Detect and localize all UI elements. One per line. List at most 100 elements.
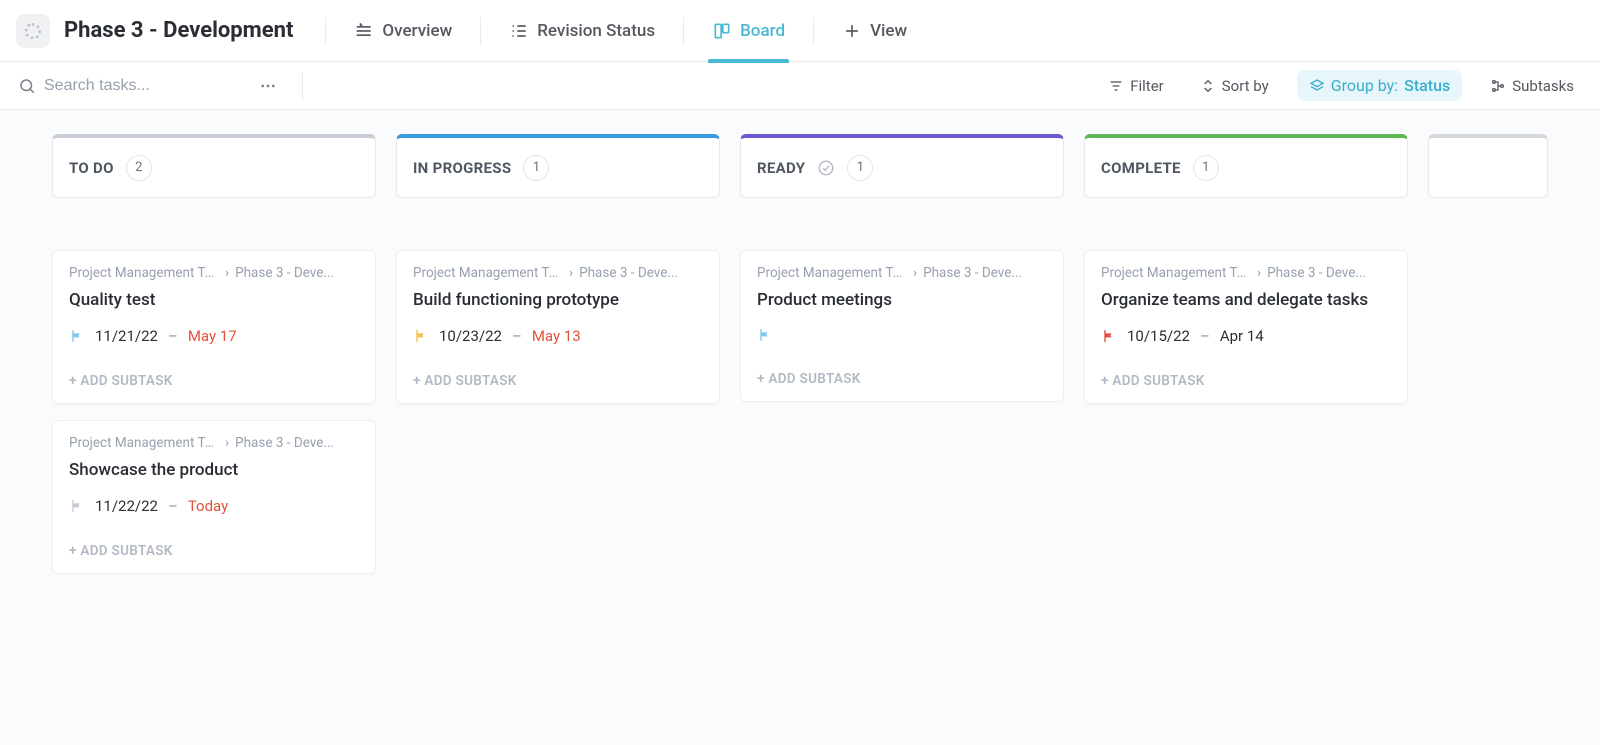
tab-overview[interactable]: Overview [340,0,466,62]
chevron-right-icon: › [569,265,573,281]
add-subtask-button[interactable]: ADD SUBTASK [69,543,359,559]
ellipsis-icon [259,77,277,95]
card-meta [757,327,1047,343]
subtasks-button[interactable]: Subtasks [1482,71,1582,101]
card-meta: 11/21/22 – May 17 [69,327,359,345]
divider [325,17,326,45]
check-circle-icon [817,159,835,177]
task-card[interactable]: Project Management Tem... › Phase 3 - De… [1084,250,1408,404]
tab-board-label: Board [740,21,785,41]
tab-overview-label: Overview [382,21,452,41]
column-count: 1 [847,155,873,181]
breadcrumb-child[interactable]: Phase 3 - Deve... [235,435,334,451]
task-card[interactable]: Project Management Tem... › Phase 3 - De… [52,420,376,574]
column-name: IN PROGRESS [413,159,511,177]
breadcrumb-child[interactable]: Phase 3 - Deve... [579,265,678,281]
chevron-right-icon: › [1257,265,1261,281]
task-card[interactable]: Project Management Tem... › Phase 3 - De… [740,250,1064,402]
column-cards: Project Management Tem... › Phase 3 - De… [52,250,376,574]
column-name: TO DO [69,159,114,177]
card-breadcrumb: Project Management Tem... › Phase 3 - De… [1101,265,1391,281]
column-cards: Project Management Tem... › Phase 3 - De… [740,250,1064,402]
add-subtask-button[interactable]: ADD SUBTASK [1101,373,1391,389]
subtasks-label: Subtasks [1512,77,1574,95]
card-breadcrumb: Project Management Tem... › Phase 3 - De… [757,265,1047,281]
subtasks-icon [1490,78,1506,94]
board-column: IN PROGRESS 1 Project Management Tem... … [396,134,720,745]
card-due-date: May 17 [188,327,237,345]
flag-icon [413,328,429,344]
list-icon [509,21,529,41]
plus-icon [842,21,862,41]
sort-label: Sort by [1222,77,1269,95]
column-header[interactable]: READY 1 [740,134,1064,198]
date-separator: – [512,327,522,345]
breadcrumb-parent[interactable]: Project Management Tem... [69,435,219,451]
card-title: Organize teams and delegate tasks [1101,289,1391,311]
flag-icon [757,327,773,343]
card-breadcrumb: Project Management Tem... › Phase 3 - De… [69,435,359,451]
project-status-icon [16,14,50,48]
add-subtask-button[interactable]: ADD SUBTASK [757,371,1047,387]
task-card[interactable]: Project Management Tem... › Phase 3 - De… [52,250,376,404]
card-start-date: 11/22/22 [95,497,158,515]
column-name: READY [757,159,805,177]
column-name: COMPLETE [1101,159,1181,177]
column-count: 1 [1193,155,1219,181]
column-header[interactable]: TO DO 2 [52,134,376,198]
board-column: READY 1 Project Management Tem... › Phas… [740,134,1064,745]
column-count: 2 [126,155,152,181]
more-options-button[interactable] [254,72,282,100]
add-view-button[interactable]: View [828,0,921,62]
column-header[interactable]: IN PROGRESS 1 [396,134,720,198]
card-title: Showcase the product [69,459,359,481]
breadcrumb-child[interactable]: Phase 3 - Deve... [923,265,1022,281]
card-due-date: Apr 14 [1220,327,1264,345]
toolbar: Filter Sort by Group by: Status Subtasks [0,62,1600,110]
tab-revision-status[interactable]: Revision Status [495,0,669,62]
divider [683,17,684,45]
column-cards: Project Management Tem... › Phase 3 - De… [396,250,720,404]
breadcrumb-parent[interactable]: Project Management Tem... [757,265,907,281]
task-card[interactable]: Project Management Tem... › Phase 3 - De… [396,250,720,404]
chevron-right-icon: › [913,265,917,281]
card-title: Quality test [69,289,359,311]
card-title: Product meetings [757,289,1047,311]
add-subtask-button[interactable]: ADD SUBTASK [413,373,703,389]
chevron-right-icon: › [225,435,229,451]
page-title: Phase 3 - Development [64,18,293,43]
card-breadcrumb: Project Management Tem... › Phase 3 - De… [69,265,359,281]
page-header: Phase 3 - Development Overview Revision … [0,0,1600,62]
sort-button[interactable]: Sort by [1192,71,1277,101]
card-meta: 10/23/22 – May 13 [413,327,703,345]
filter-button[interactable]: Filter [1100,71,1172,101]
add-subtask-button[interactable]: ADD SUBTASK [69,373,359,389]
search-input[interactable] [44,77,244,95]
breadcrumb-parent[interactable]: Project Management Tem... [413,265,563,281]
card-start-date: 11/21/22 [95,327,158,345]
board-icon [712,21,732,41]
add-column-placeholder[interactable] [1428,134,1548,745]
add-view-label: View [870,21,907,41]
filter-icon [1108,78,1124,94]
tab-board[interactable]: Board [698,0,799,62]
column-count: 1 [523,155,549,181]
group-by-button[interactable]: Group by: Status [1297,70,1463,101]
breadcrumb-child[interactable]: Phase 3 - Deve... [1267,265,1366,281]
flag-icon [69,328,85,344]
card-meta: 11/22/22 – Today [69,497,359,515]
breadcrumb-parent[interactable]: Project Management Tem... [69,265,219,281]
divider [302,72,303,100]
board-column: TO DO 2 Project Management Tem... › Phas… [52,134,376,745]
card-meta: 10/15/22 – Apr 14 [1101,327,1391,345]
column-header[interactable]: COMPLETE 1 [1084,134,1408,198]
breadcrumb-parent[interactable]: Project Management Tem... [1101,265,1251,281]
breadcrumb-child[interactable]: Phase 3 - Deve... [235,265,334,281]
chevron-right-icon: › [225,265,229,281]
date-separator: – [168,327,178,345]
pinned-list-icon [354,21,374,41]
sort-icon [1200,78,1216,94]
column-cards: Project Management Tem... › Phase 3 - De… [1084,250,1408,404]
card-due-date: May 13 [532,327,581,345]
date-separator: – [168,497,178,515]
